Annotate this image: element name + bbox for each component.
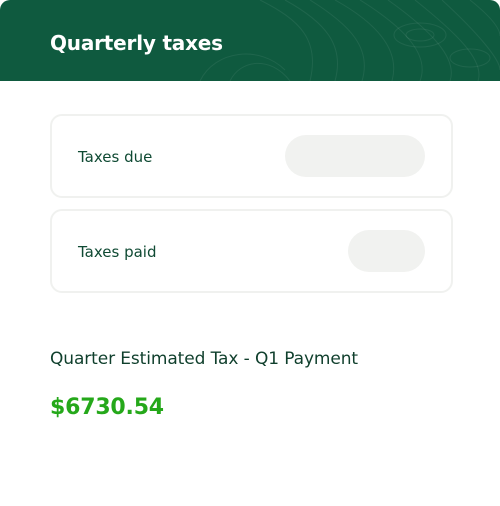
taxes-paid-row: Taxes paid — [50, 209, 453, 293]
taxes-due-value-placeholder — [285, 135, 425, 177]
estimate-label: Quarter Estimated Tax - Q1 Payment — [50, 349, 358, 369]
card-header: Quarterly taxes — [0, 0, 500, 81]
quarterly-taxes-card: Quarterly taxes Taxes due Taxes paid Qua… — [0, 0, 500, 506]
taxes-due-row: Taxes due — [50, 114, 453, 198]
taxes-paid-label: Taxes paid — [78, 243, 157, 261]
taxes-paid-value-placeholder — [348, 230, 425, 272]
page-title: Quarterly taxes — [50, 31, 223, 55]
taxes-due-label: Taxes due — [78, 148, 153, 166]
estimate-amount: $6730.54 — [50, 395, 164, 420]
